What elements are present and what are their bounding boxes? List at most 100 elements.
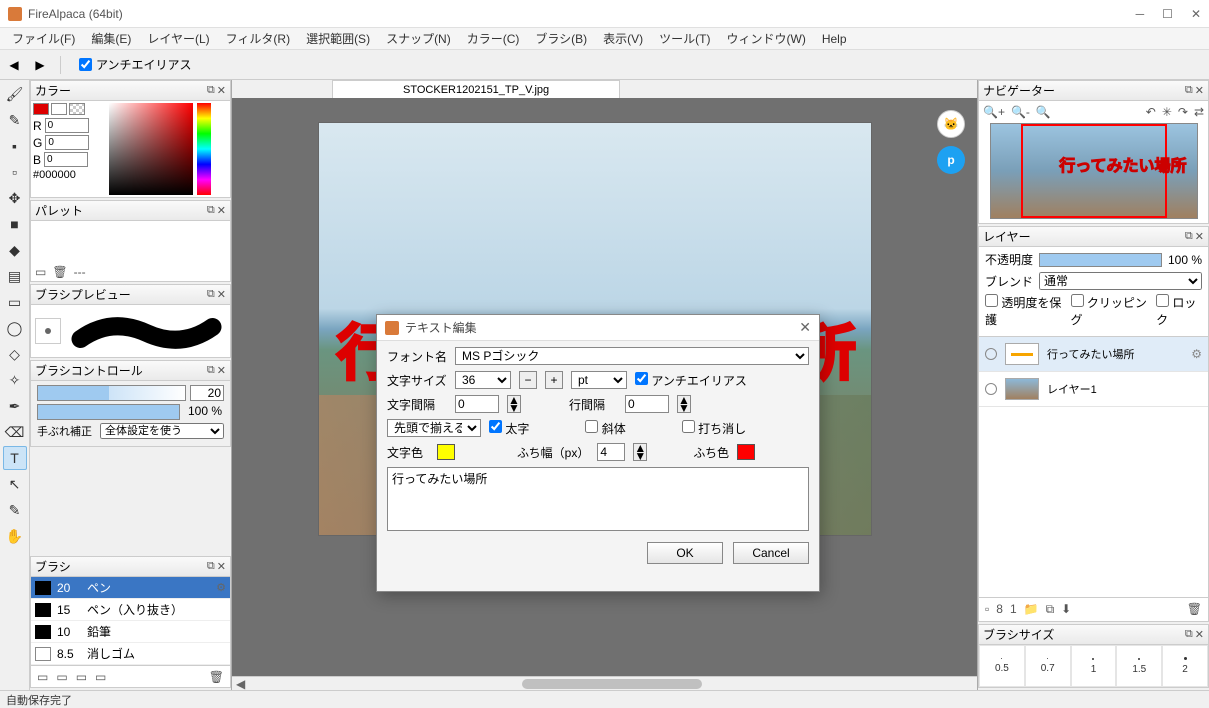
panel-close-icon[interactable]: ✕: [217, 204, 226, 217]
eraser2-tool-icon[interactable]: ⌫: [3, 420, 27, 444]
font-select[interactable]: MS Pゴシック: [455, 347, 809, 365]
color-picker[interactable]: [109, 103, 193, 195]
rect-select-tool-icon[interactable]: ▭: [3, 290, 27, 314]
strike-checkbox[interactable]: 打ち消し: [682, 420, 746, 437]
minimize-button[interactable]: ─: [1136, 7, 1145, 21]
linespace-input[interactable]: [625, 395, 669, 413]
float-pixiv-icon[interactable]: p: [937, 146, 965, 174]
new-folder-icon[interactable]: 📁: [1024, 602, 1039, 617]
panel-dock-icon[interactable]: ⧉: [207, 84, 215, 97]
zoom-fit-icon[interactable]: 🔍: [1036, 105, 1051, 119]
brush-opacity-slider[interactable]: [37, 404, 180, 420]
brushsize-cell[interactable]: 1: [1071, 645, 1117, 687]
align-select[interactable]: 先頭で揃える: [387, 419, 481, 437]
foreground-swatch[interactable]: [33, 103, 49, 115]
ok-button[interactable]: OK: [647, 542, 723, 564]
panel-dock-icon[interactable]: ⧉: [1185, 84, 1193, 97]
new-layer8-icon[interactable]: 8: [996, 602, 1003, 617]
undo-button[interactable]: ◀: [4, 55, 24, 75]
menu-layer[interactable]: レイヤー(L): [139, 30, 217, 47]
palette-delete-icon[interactable]: 🗑: [52, 265, 67, 279]
close-button[interactable]: ✕: [1191, 7, 1201, 21]
document-tab[interactable]: STOCKER1202151_TP_V.jpg: [332, 80, 620, 98]
brush-add-icon[interactable]: ▭: [37, 670, 48, 684]
stabilize-select[interactable]: 全体設定を使う: [100, 423, 224, 439]
gradient-tool-icon[interactable]: ▤: [3, 264, 27, 288]
eyedropper-tool-icon[interactable]: ✎: [3, 498, 27, 522]
dialog-close-icon[interactable]: ✕: [799, 319, 811, 336]
bucket-tool-icon[interactable]: ◆: [3, 238, 27, 262]
eraser-tool-icon[interactable]: ▫: [3, 160, 27, 184]
maximize-button[interactable]: ☐: [1162, 7, 1173, 21]
gear-icon[interactable]: ⚙: [216, 581, 226, 594]
merge-layer-icon[interactable]: ⬇: [1061, 602, 1071, 617]
panel-dock-icon[interactable]: ⧉: [207, 560, 215, 573]
gear-icon[interactable]: ⚙: [1191, 347, 1202, 361]
b-input[interactable]: [44, 152, 88, 167]
delete-layer-icon[interactable]: 🗑: [1187, 602, 1202, 617]
pointer-tool-icon[interactable]: ↖: [3, 472, 27, 496]
panel-close-icon[interactable]: ✕: [217, 288, 226, 301]
layer-row[interactable]: レイヤー1: [979, 372, 1208, 407]
g-input[interactable]: [45, 135, 89, 150]
zoom-in-icon[interactable]: 🔍+: [983, 105, 1005, 119]
brush-add2-icon[interactable]: ▭: [56, 670, 67, 684]
menu-view[interactable]: 表示(V): [595, 30, 651, 47]
menu-edit[interactable]: 編集(E): [83, 30, 139, 47]
panel-dock-icon[interactable]: ⧉: [1185, 628, 1193, 641]
layer-visibility-icon[interactable]: [985, 383, 997, 395]
fill-tool-icon[interactable]: ■: [3, 212, 27, 236]
lock-checkbox[interactable]: ロック: [1156, 294, 1202, 328]
rotate-right-icon[interactable]: ↷: [1178, 105, 1188, 119]
text-input[interactable]: 行ってみたい場所: [387, 467, 809, 531]
cancel-button[interactable]: Cancel: [733, 542, 809, 564]
hue-bar[interactable]: [197, 103, 211, 195]
clipping-checkbox[interactable]: クリッピング: [1071, 294, 1149, 328]
antialias-check-input[interactable]: [79, 58, 92, 71]
layer-visibility-icon[interactable]: [985, 348, 997, 360]
r-input[interactable]: [45, 118, 89, 133]
menu-file[interactable]: ファイル(F): [4, 30, 83, 47]
panel-dock-icon[interactable]: ⧉: [207, 204, 215, 217]
redo-button[interactable]: ▶: [30, 55, 50, 75]
menu-color[interactable]: カラー(C): [459, 30, 528, 47]
navigator-thumbnail[interactable]: 行ってみたい場所: [990, 123, 1198, 219]
scrollbar-thumb[interactable]: [522, 679, 702, 689]
layer-row[interactable]: 行ってみたい場所 ⚙: [979, 337, 1208, 372]
panel-close-icon[interactable]: ✕: [1195, 628, 1204, 641]
textcolor-swatch[interactable]: [437, 444, 455, 460]
panel-dock-icon[interactable]: ⧉: [207, 364, 215, 377]
brush-row[interactable]: 15ペン（入り抜き）: [31, 599, 230, 621]
move-tool-icon[interactable]: ✥: [3, 186, 27, 210]
zoom-out-icon[interactable]: 🔍-: [1011, 105, 1030, 119]
menu-filter[interactable]: フィルタ(R): [218, 30, 298, 47]
rotate-reset-icon[interactable]: ✳: [1162, 105, 1172, 119]
rotate-left-icon[interactable]: ↶: [1146, 105, 1156, 119]
size-minus-button[interactable]: −: [519, 371, 537, 389]
panel-dock-icon[interactable]: ⧉: [207, 288, 215, 301]
size-plus-button[interactable]: +: [545, 371, 563, 389]
strokewidth-spinner[interactable]: ▲▼: [633, 443, 647, 461]
brush-folder-icon[interactable]: ▭: [95, 670, 106, 684]
menu-window[interactable]: ウィンドウ(W): [719, 30, 814, 47]
brush-tool-icon[interactable]: 🖌: [3, 82, 27, 106]
size-select[interactable]: 36: [455, 371, 511, 389]
bold-checkbox[interactable]: 太字: [489, 420, 529, 437]
new-layer1-icon[interactable]: 1: [1010, 602, 1017, 617]
italic-checkbox[interactable]: 斜体: [585, 420, 625, 437]
panel-close-icon[interactable]: ✕: [217, 364, 226, 377]
alpha-lock-checkbox[interactable]: 透明度を保護: [985, 294, 1063, 328]
charspace-input[interactable]: [455, 395, 499, 413]
flip-icon[interactable]: ⇄: [1194, 105, 1204, 119]
text-tool-icon[interactable]: T: [3, 446, 27, 470]
float-cat-icon[interactable]: 🐱: [937, 110, 965, 138]
new-layer-icon[interactable]: ▫: [985, 602, 989, 617]
linespace-spinner[interactable]: ▲▼: [677, 395, 691, 413]
brushsize-cell[interactable]: 2: [1162, 645, 1208, 687]
brush-row[interactable]: 10鉛筆: [31, 621, 230, 643]
brush-size-value[interactable]: 20: [190, 385, 224, 401]
brushsize-cell[interactable]: 0.7: [1025, 645, 1071, 687]
horizontal-scrollbar[interactable]: ◀: [232, 676, 977, 690]
charspace-spinner[interactable]: ▲▼: [507, 395, 521, 413]
opacity-slider[interactable]: [1039, 253, 1162, 267]
